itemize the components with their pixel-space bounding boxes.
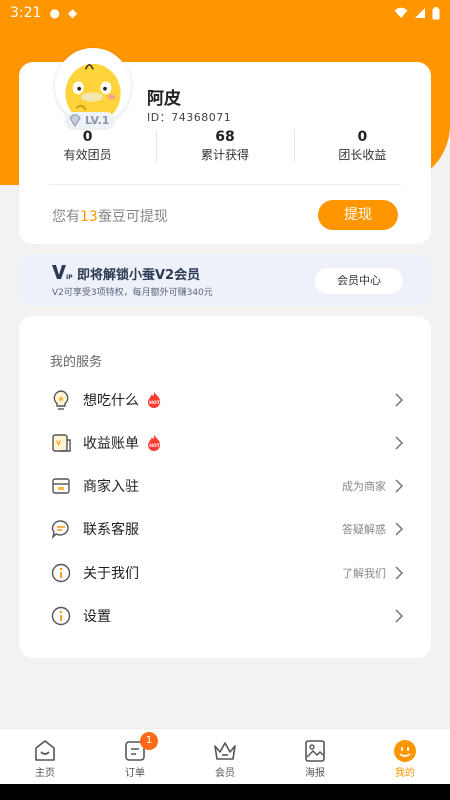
- tab-label: 我的: [395, 768, 415, 779]
- vip-subtitle: V2可享受3项特权，每月额外可赚340元: [52, 288, 213, 298]
- stat-label: 团长收益: [338, 148, 387, 162]
- svg-text:HOT: HOT: [149, 443, 161, 449]
- tab-label: 海报: [305, 768, 325, 779]
- tab-membership[interactable]: 会员: [180, 729, 270, 784]
- info-icon: [50, 562, 72, 584]
- order-count-badge: 1: [140, 732, 158, 750]
- stat-label: 有效团员: [63, 148, 112, 162]
- service-hint: 成为商家: [342, 480, 386, 493]
- battery-icon: [432, 6, 440, 19]
- chevron-right-icon: [395, 609, 404, 623]
- tab-label: 订单: [125, 768, 145, 779]
- status-time: 3:21: [10, 5, 42, 21]
- stat-value: 0: [357, 129, 368, 145]
- tab-label: 会员: [215, 768, 235, 779]
- service-item-what-to-eat[interactable]: 想吃什么 HOT: [50, 385, 404, 415]
- hot-icon: HOT: [148, 435, 161, 451]
- home-icon: [35, 740, 55, 761]
- notification-icon: ●: [49, 6, 60, 20]
- level-text: LV.1: [85, 114, 110, 127]
- app-notification-icon: ◆: [67, 6, 78, 20]
- tab-orders[interactable]: 1 订单: [90, 729, 180, 784]
- svg-text:IP: IP: [66, 274, 73, 280]
- tab-profile[interactable]: 我的: [360, 729, 450, 784]
- chevron-right-icon: [395, 522, 404, 536]
- service-item-settings[interactable]: 设置: [50, 601, 404, 631]
- hot-icon: HOT: [148, 392, 161, 408]
- service-item-about-us[interactable]: 关于我们 了解我们: [50, 558, 404, 588]
- svg-text:¥: ¥: [56, 439, 61, 448]
- stat-value: 0: [82, 129, 93, 145]
- chat-icon: [50, 518, 72, 540]
- vip-banner[interactable]: IP 即将解锁小蚕V2会员 V2可享受3项特权，每月额外可赚340元 会员中心: [19, 254, 431, 306]
- bill-icon: ¥: [50, 432, 72, 454]
- withdraw-prefix: 您有: [52, 209, 80, 225]
- withdraw-button[interactable]: 提现: [318, 200, 398, 230]
- signal-icon: [415, 8, 425, 18]
- stat-total-earned[interactable]: 68 累计获得: [156, 128, 293, 164]
- user-id: ID：74368071: [147, 111, 232, 124]
- nickname: 阿皮: [147, 89, 181, 109]
- profile-card: LV.1 阿皮 ID：74368071 0 有效团员 68 累计获得 0 团长收…: [19, 48, 431, 244]
- service-item-income-bill[interactable]: ¥ 收益账单 HOT: [50, 428, 404, 458]
- service-hint: 了解我们: [342, 567, 386, 580]
- vip-logo-icon: IP: [52, 265, 73, 280]
- service-label: 联系客服: [83, 522, 139, 538]
- chevron-right-icon: [395, 479, 404, 493]
- tab-home[interactable]: 主页: [0, 729, 90, 784]
- info-icon: [50, 605, 72, 627]
- tab-poster[interactable]: 海报: [270, 729, 360, 784]
- tab-label: 主页: [35, 768, 55, 779]
- crown-icon: [214, 742, 236, 760]
- service-label: 商家入驻: [83, 479, 139, 495]
- divider: [49, 184, 401, 185]
- store-icon: [50, 475, 72, 497]
- service-hint: 答疑解惑: [342, 523, 386, 536]
- services-card: 我的服务 想吃什么 HOT ¥ 收益账单 HOT 商家入驻 成为商家 联系客服 …: [19, 316, 431, 658]
- stat-active-members[interactable]: 0 有效团员: [19, 128, 156, 164]
- wifi-icon: [394, 7, 408, 18]
- stat-leader-income[interactable]: 0 团长收益: [293, 128, 431, 164]
- service-label: 关于我们: [83, 566, 139, 582]
- withdraw-amount: 13: [80, 209, 98, 225]
- service-label: 收益账单: [83, 436, 139, 452]
- chevron-right-icon: [395, 436, 404, 450]
- svg-text:HOT: HOT: [149, 400, 161, 406]
- vip-title: 即将解锁小蚕V2会员: [77, 268, 201, 283]
- service-label: 想吃什么: [83, 393, 139, 409]
- withdraw-suffix: 蚕豆可提现: [97, 209, 168, 225]
- diamond-icon: [69, 114, 81, 127]
- member-center-button[interactable]: 会员中心: [315, 268, 403, 294]
- bottom-tab-bar: 主页 1 订单 会员 海报 我的: [0, 728, 450, 784]
- status-bar: 3:21 ● ◆: [0, 0, 450, 26]
- service-item-contact-support[interactable]: 联系客服 答疑解惑: [50, 514, 404, 544]
- system-nav-bar: [0, 784, 450, 800]
- service-item-merchant-join[interactable]: 商家入驻 成为商家: [50, 471, 404, 501]
- withdraw-balance-text: 您有13蚕豆可提现: [52, 206, 168, 226]
- stats-row: 0 有效团员 68 累计获得 0 团长收益: [19, 128, 431, 164]
- bulb-icon: [50, 389, 72, 411]
- chevron-right-icon: [395, 393, 404, 407]
- chevron-right-icon: [395, 566, 404, 580]
- stat-label: 累计获得: [200, 148, 249, 162]
- stat-value: 68: [215, 129, 235, 145]
- profile-icon: [394, 740, 416, 762]
- service-label: 设置: [83, 609, 111, 625]
- services-title: 我的服务: [50, 355, 103, 370]
- poster-icon: [305, 740, 325, 762]
